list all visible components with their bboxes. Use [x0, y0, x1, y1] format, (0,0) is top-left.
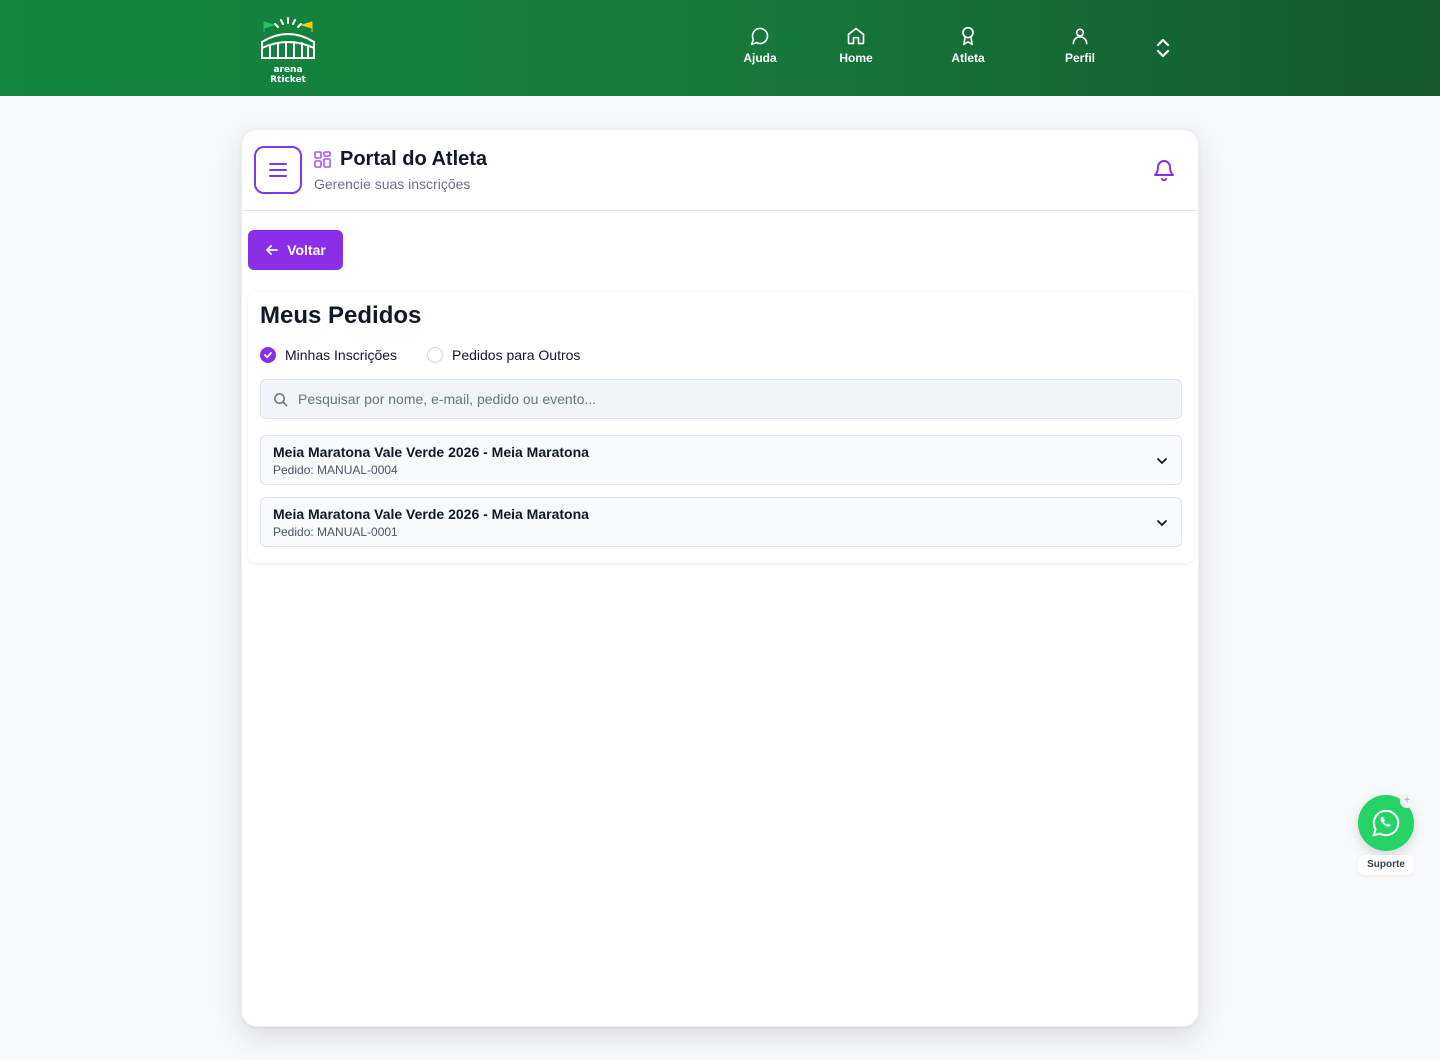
home-icon [847, 27, 865, 45]
nav-label: Perfil [1064, 51, 1095, 65]
arena-ticket-logo[interactable]: arena Rticket [254, 16, 322, 85]
order-title: Meia Maratona Vale Verde 2026 - Meia Mar… [273, 506, 589, 522]
arrow-left-icon [266, 245, 279, 255]
chevron-down-icon[interactable] [1155, 454, 1169, 468]
chevron-up-down-icon [1156, 38, 1170, 58]
order-item[interactable]: Meia Maratona Vale Verde 2026 - Meia Mar… [260, 435, 1182, 485]
user-icon [1072, 28, 1088, 45]
menu-button[interactable] [254, 146, 302, 194]
nav-home[interactable]: Home [816, 26, 896, 70]
portal-card: Portal do Atleta Gerencie suas inscriçõe… [241, 129, 1199, 1027]
back-button-label: Voltar [287, 242, 326, 258]
whatsapp-icon [1372, 809, 1400, 837]
orders-title: Meus Pedidos [260, 302, 422, 329]
filter-label: Pedidos para Outros [452, 347, 581, 363]
filter-label: Minhas Inscrições [285, 347, 398, 363]
page-title: Portal do Atleta [340, 148, 488, 170]
nav-label: Home [839, 51, 873, 65]
filter-orders-for-others[interactable]: Pedidos para Outros [427, 347, 580, 363]
nav-atleta[interactable]: Atleta [928, 26, 1008, 70]
nav-label: Ajuda [743, 51, 777, 65]
back-button[interactable]: Voltar [248, 230, 343, 270]
radio-unchecked-icon[interactable] [427, 347, 443, 363]
order-id: Pedido: MANUAL-0001 [273, 525, 398, 539]
nav-label: Atleta [951, 51, 985, 65]
hamburger-icon [269, 163, 287, 177]
close-icon[interactable]: + [1400, 794, 1414, 808]
search-input[interactable] [298, 391, 1158, 407]
nav-ajuda[interactable]: Ajuda [720, 26, 800, 70]
order-item[interactable]: Meia Maratona Vale Verde 2026 - Meia Mar… [260, 497, 1182, 547]
logo-text: arena Rticket [270, 65, 306, 85]
search-bar [260, 379, 1182, 419]
chat-bubble-icon [750, 27, 769, 46]
medal-icon [962, 26, 974, 46]
check-icon [264, 352, 272, 359]
radio-checked-icon[interactable] [260, 347, 276, 363]
page-subtitle: Gerencie suas inscrições [314, 176, 471, 192]
order-id: Pedido: MANUAL-0004 [273, 463, 398, 477]
support-label: Suporte [1358, 855, 1414, 875]
chevron-down-icon[interactable] [1155, 516, 1169, 530]
order-title: Meia Maratona Vale Verde 2026 - Meia Mar… [273, 444, 589, 460]
portal-header: Portal do Atleta Gerencie suas inscriçõe… [242, 130, 1198, 211]
stadium-logo-icon [261, 17, 315, 59]
orders-panel: Meus Pedidos Minhas Inscrições Pedidos p… [248, 292, 1194, 563]
dashboard-grid-icon [314, 151, 331, 168]
filter-my-registrations[interactable]: Minhas Inscrições [260, 347, 397, 363]
notification-bell-icon[interactable] [1152, 157, 1176, 183]
search-icon [274, 392, 288, 406]
nav-perfil[interactable]: Perfil [1040, 26, 1120, 70]
top-navbar: arena Rticket Ajuda Home Atleta Perfil [0, 0, 1440, 96]
expand-toggle[interactable] [1152, 36, 1174, 60]
